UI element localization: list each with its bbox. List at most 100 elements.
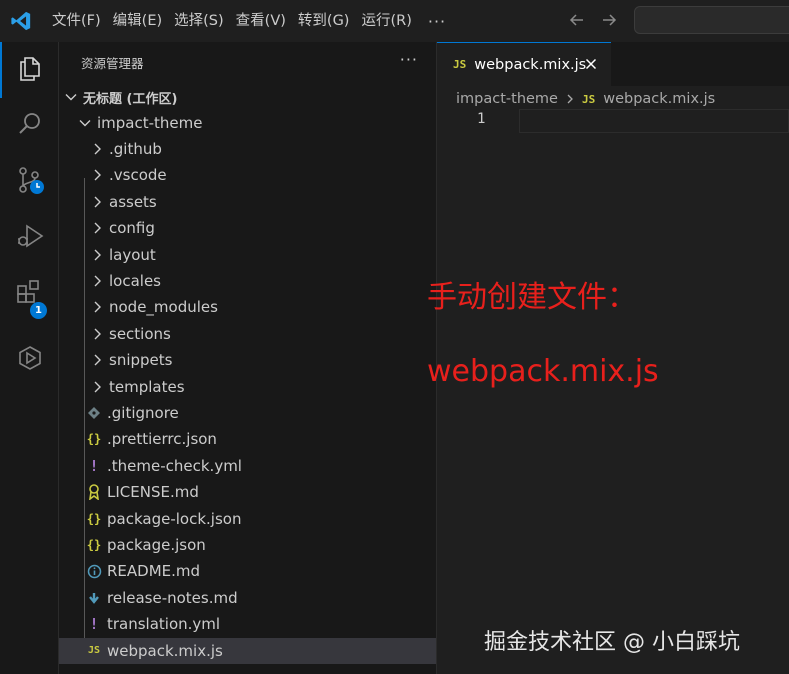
tab-webpack-mix[interactable]: JS webpack.mix.js — [437, 42, 611, 86]
forward-arrow-icon[interactable] — [598, 8, 620, 32]
tree-file[interactable]: {} package.json — [59, 532, 436, 558]
tree-file[interactable]: LICENSE.md — [59, 479, 436, 505]
markdown-icon — [85, 589, 103, 607]
tree-file-label: .prettierrc.json — [107, 430, 217, 449]
breadcrumb-file[interactable]: webpack.mix.js — [603, 91, 715, 107]
tree-file[interactable]: ! translation.yml — [59, 611, 436, 637]
tree-file-label: LICENSE.md — [107, 483, 199, 502]
tree-folder-label: .github — [109, 140, 162, 158]
chevron-down-icon — [63, 89, 79, 105]
tree-folder-label: locales — [109, 272, 161, 290]
tree-file[interactable]: {} .prettierrc.json — [59, 426, 436, 452]
extensions-activity[interactable]: 1 — [0, 266, 59, 322]
tree-folder[interactable]: .vscode — [59, 162, 436, 188]
tree-folder-label: sections — [109, 324, 171, 343]
tree-folder[interactable]: templates — [59, 374, 436, 400]
menu-edit[interactable]: 编辑(E) — [107, 7, 168, 35]
chevron-right-icon — [89, 141, 105, 157]
tree-file-label: package-lock.json — [107, 509, 242, 528]
navigation-arrows — [566, 8, 620, 32]
info-icon — [85, 562, 103, 580]
run-debug-icon — [15, 221, 45, 255]
tree-folder[interactable]: config — [59, 215, 436, 241]
tree-file-label: package.json — [107, 536, 206, 554]
tree-folder[interactable]: locales — [59, 268, 436, 294]
chevron-down-icon — [77, 115, 93, 131]
breadcrumb-folder[interactable]: impact-theme — [456, 91, 558, 107]
source-control-activity[interactable] — [0, 154, 59, 210]
tab-bar: JS webpack.mix.js — [437, 42, 789, 86]
chevron-right-icon — [89, 352, 105, 368]
tree-file-label: .gitignore — [107, 404, 179, 422]
tree-file-selected[interactable]: JS webpack.mix.js — [59, 637, 436, 664]
tree-folder-label: layout — [109, 245, 156, 264]
yaml-icon: ! — [89, 456, 99, 475]
tree-file[interactable]: README.md — [59, 558, 436, 584]
git-icon — [85, 404, 103, 422]
tree-file-label: translation.yml — [107, 615, 221, 634]
js-file-icon: JS — [453, 58, 467, 71]
chevron-right-icon — [89, 247, 105, 263]
command-center-search[interactable] — [634, 6, 789, 34]
activity-bar: 1 — [0, 42, 59, 674]
tree-file-label: release-notes.md — [107, 588, 238, 607]
annotation-text: 手动创建文件： — [427, 280, 637, 315]
tree-folder[interactable]: .github — [59, 136, 436, 162]
chevron-right-icon — [89, 379, 105, 395]
workspace-header[interactable]: 无标题 (工作区) — [59, 84, 436, 110]
menu-more-button[interactable]: ··· — [418, 12, 456, 31]
explorer-more-button[interactable]: ··· — [400, 50, 418, 69]
json-icon: {} — [86, 511, 102, 526]
chevron-right-icon — [89, 326, 105, 342]
js-file-icon: JS — [581, 92, 596, 106]
menu-view[interactable]: 查看(V) — [230, 7, 292, 35]
js-icon: JS — [87, 645, 101, 657]
tree-file-label: README.md — [107, 562, 201, 581]
explorer-activity[interactable] — [0, 42, 59, 98]
source-control-icon — [15, 165, 45, 199]
menu-bar: 文件(F) 编辑(E) 选择(S) 查看(V) 转到(G) 运行(R) ··· — [46, 0, 456, 42]
chevron-right-icon — [89, 194, 105, 210]
menu-file[interactable]: 文件(F) — [46, 7, 107, 35]
search-icon — [16, 110, 44, 142]
tree-file-label: webpack.mix.js — [107, 641, 223, 660]
editor-area: JS webpack.mix.js impact-theme JS webpac… — [427, 42, 789, 674]
files-icon — [16, 54, 44, 86]
remote-icon — [16, 344, 44, 376]
tree-file[interactable]: .gitignore — [59, 400, 436, 426]
active-indicator — [0, 42, 2, 98]
explorer-title: 资源管理器 — [81, 55, 144, 71]
explorer-sidebar: 资源管理器 ··· 无标题 (工作区) impact-theme .github… — [59, 42, 437, 674]
remote-activity[interactable] — [0, 332, 59, 388]
title-bar: 文件(F) 编辑(E) 选择(S) 查看(V) 转到(G) 运行(R) ··· — [0, 0, 789, 42]
annotation-filename: webpack.mix.js — [427, 354, 659, 389]
menu-run[interactable]: 运行(R) — [355, 7, 417, 35]
menu-go[interactable]: 转到(G) — [292, 7, 356, 35]
tree-file[interactable]: ! .theme-check.yml — [59, 453, 436, 479]
chevron-right-icon — [89, 273, 105, 289]
chevron-right-icon — [89, 167, 105, 183]
tab-label: webpack.mix.js — [474, 56, 587, 73]
tree-file[interactable]: release-notes.md — [59, 585, 436, 611]
tree-folder-root[interactable]: impact-theme — [59, 110, 436, 136]
search-activity[interactable] — [0, 98, 59, 154]
tree-folder-label: .vscode — [109, 166, 167, 185]
tree-folder[interactable]: sections — [59, 321, 436, 347]
workspace-label: 无标题 (工作区) — [83, 91, 178, 107]
back-arrow-icon[interactable] — [566, 8, 588, 32]
chevron-right-icon — [89, 220, 105, 236]
tree-file[interactable]: {} package-lock.json — [59, 506, 436, 532]
tree-folder[interactable]: snippets — [59, 347, 436, 373]
tree-folder-label: assets — [109, 192, 157, 211]
tree-folder[interactable]: assets — [59, 189, 436, 215]
chevron-right-icon — [565, 93, 575, 105]
tree-folder[interactable]: node_modules — [59, 294, 436, 320]
run-debug-activity[interactable] — [0, 210, 59, 266]
menu-selection[interactable]: 选择(S) — [168, 7, 230, 35]
tree-folder[interactable]: layout — [59, 242, 436, 268]
close-icon[interactable] — [583, 56, 599, 72]
json-icon: {} — [86, 538, 102, 552]
code-editor-line[interactable] — [519, 109, 789, 133]
tree-folder-label: node_modules — [109, 298, 218, 317]
vscode-logo-icon — [0, 0, 42, 42]
